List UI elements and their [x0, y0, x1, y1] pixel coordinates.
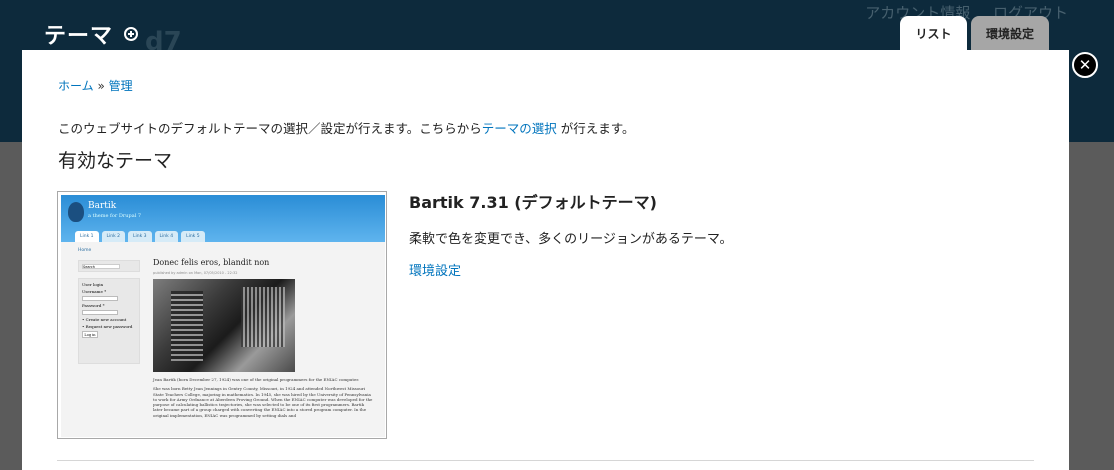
screenshot-canvas: Bartik a theme for Drupal 7 Link 1 Link …: [61, 195, 385, 437]
theme-settings-link[interactable]: 環境設定: [409, 260, 461, 279]
theme-description: 柔軟で色を変更でき、多くのリージョンがあるテーマ。: [409, 232, 733, 247]
screenshot-search-block: Search: [78, 260, 140, 272]
screenshot-paragraph: Jean Bartik (born December 27, 1924) was…: [153, 377, 360, 382]
screenshot-username-field: [82, 296, 118, 301]
tab-list[interactable]: リスト: [900, 16, 967, 50]
screenshot-site-name: Bartik: [88, 201, 117, 211]
breadcrumb-home[interactable]: ホーム: [58, 79, 94, 93]
help-text-after: が行えます。: [556, 121, 635, 136]
breadcrumb: ホーム » 管理: [58, 77, 133, 94]
screenshot-sidebar: Search User login Username * Password * …: [78, 260, 140, 368]
screenshot-create-account: • Create new account: [82, 317, 127, 322]
overlay-tabs: リスト 環境設定: [900, 16, 1049, 50]
tab-settings[interactable]: 環境設定: [971, 16, 1049, 50]
screenshot-password-label: Password *: [82, 303, 105, 308]
screenshot-username-label: Username *: [82, 289, 107, 294]
screenshot-photo: [153, 279, 295, 372]
theme-name: Bartik 7.31 (デフォルトテーマ): [409, 193, 657, 212]
theme-select-link[interactable]: テーマの選択: [482, 121, 557, 136]
help-text-before: このウェブサイトのデフォルトテーマの選択／設定が行えます。こちらから: [58, 121, 482, 136]
screenshot-menu-item: Link 1: [75, 231, 99, 242]
screenshot-login-title: User login: [82, 282, 104, 287]
screenshot-login-block: User login Username * Password * • Creat…: [78, 278, 140, 364]
screenshot-node-title: Donec felis eros, blandit non: [153, 258, 270, 267]
screenshot-paragraph: She was born Betty Jean Jennings in Gent…: [153, 386, 373, 418]
divider: [57, 460, 1034, 461]
screenshot-node-meta: published by admin on Mon, 07/05/2010 - …: [153, 271, 238, 275]
overlay-title: テーマ: [44, 24, 114, 49]
breadcrumb-separator: »: [97, 79, 105, 93]
screenshot-menu-item: Link 4: [154, 231, 179, 242]
drupal-logo-icon: [68, 202, 84, 222]
help-text: このウェブサイトのデフォルトテーマの選択／設定が行えます。こちらからテーマの選択…: [58, 118, 635, 137]
screenshot-password-field: [82, 310, 118, 315]
enabled-themes-heading: 有効なテーマ: [58, 150, 173, 172]
theme-info: Bartik 7.31 (デフォルトテーマ) 柔軟で色を変更でき、多くのリージョ…: [409, 189, 1029, 279]
screenshot-main: Donec felis eros, blandit non published …: [153, 258, 373, 422]
close-icon[interactable]: ✕: [1072, 52, 1098, 78]
screenshot-menu-item: Link 5: [181, 231, 205, 242]
theme-screenshot: Bartik a theme for Drupal 7 Link 1 Link …: [57, 191, 387, 439]
screenshot-menu-item: Link 2: [101, 231, 126, 242]
screenshot-search-field: Search: [82, 264, 120, 269]
screenshot-login-button: Log in: [82, 331, 98, 338]
overlay-content: ホーム » 管理 このウェブサイトのデフォルトテーマの選択／設定が行えます。こち…: [22, 50, 1069, 470]
screenshot-slogan: a theme for Drupal 7: [88, 213, 142, 219]
screenshot-menu-item: Link 3: [128, 231, 152, 242]
screenshot-request-password: • Request new password: [82, 324, 133, 329]
add-shortcut-icon[interactable]: [124, 27, 138, 41]
breadcrumb-admin[interactable]: 管理: [109, 79, 133, 93]
screenshot-menu: Link 1 Link 2 Link 3 Link 4 Link 5: [75, 231, 205, 242]
screenshot-home: Home: [78, 248, 92, 253]
